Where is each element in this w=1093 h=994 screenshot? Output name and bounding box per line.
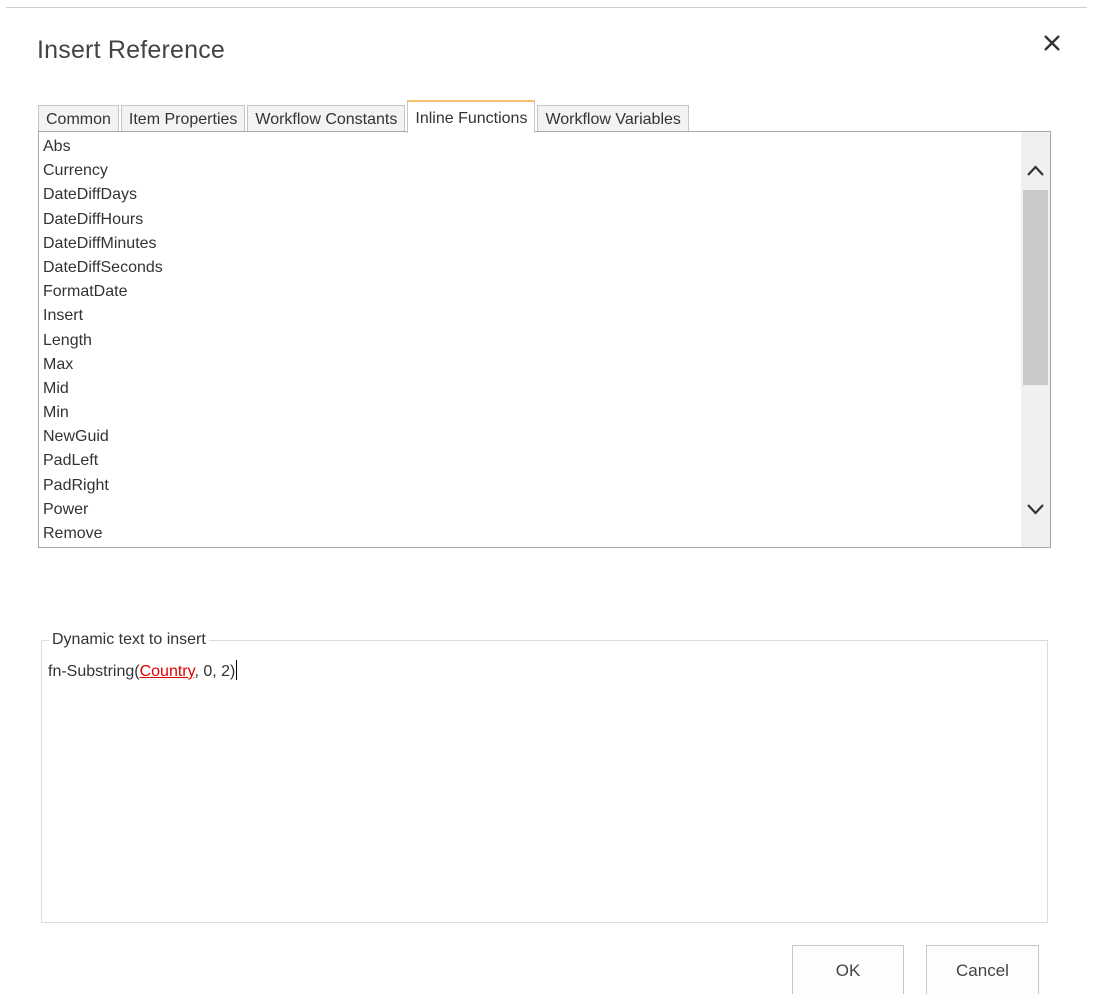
insert-reference-dialog: Insert Reference Common Item Properties … [0,0,1093,994]
list-item-insert[interactable]: Insert [43,305,1022,329]
tab-workflow-variables[interactable]: Workflow Variables [537,105,689,132]
top-divider [6,7,1087,8]
tab-strip: Common Item Properties Workflow Constant… [38,99,691,133]
list-item-formatdate[interactable]: FormatDate [43,281,1022,305]
list-item-max[interactable]: Max [43,354,1022,378]
dialog-title: Insert Reference [37,36,226,64]
list-item-padright[interactable]: PadRight [43,475,1022,499]
text-caret [236,660,238,680]
list-item-remove[interactable]: Remove [43,523,1022,547]
tab-item-properties[interactable]: Item Properties [120,105,246,132]
scrollbar-thumb[interactable] [1023,190,1048,385]
tab-inline-functions[interactable]: Inline Functions [407,100,536,133]
list-item-abs[interactable]: Abs [43,136,1022,160]
ok-button[interactable]: OK [792,945,904,994]
dynamic-text-editor[interactable]: fn-Substring(Country, 0, 2) [48,660,1038,910]
list-item-datediffdays[interactable]: DateDiffDays [43,184,1022,208]
list-item-datediffseconds[interactable]: DateDiffSeconds [43,257,1022,281]
tab-workflow-constants[interactable]: Workflow Constants [247,105,406,132]
dynamic-text-legend: Dynamic text to insert [49,631,209,649]
function-call-suffix: , 0, 2) [194,663,236,680]
inline-functions-list[interactable]: Abs Currency DateDiffDays DateDiffHours … [38,131,1051,548]
cancel-button[interactable]: Cancel [926,945,1039,994]
list-item-power[interactable]: Power [43,499,1022,523]
list-item-length[interactable]: Length [43,330,1022,354]
list-item-currency[interactable]: Currency [43,160,1022,184]
tab-common[interactable]: Common [38,105,119,132]
chevron-down-icon[interactable] [1021,490,1050,530]
chevron-up-icon[interactable] [1021,152,1050,192]
list-item-padleft[interactable]: PadLeft [43,450,1022,474]
list-item-min[interactable]: Min [43,402,1022,426]
list-item-datediffminutes[interactable]: DateDiffMinutes [43,233,1022,257]
list-item-newguid[interactable]: NewGuid [43,426,1022,450]
function-items: Abs Currency DateDiffDays DateDiffHours … [43,136,1022,547]
list-item-mid[interactable]: Mid [43,378,1022,402]
list-scrollbar[interactable] [1021,132,1050,547]
list-item-datediffhours[interactable]: DateDiffHours [43,209,1022,233]
reference-token[interactable]: Country [140,663,195,680]
close-icon[interactable] [1039,30,1065,56]
function-call-prefix: fn-Substring( [48,663,140,680]
